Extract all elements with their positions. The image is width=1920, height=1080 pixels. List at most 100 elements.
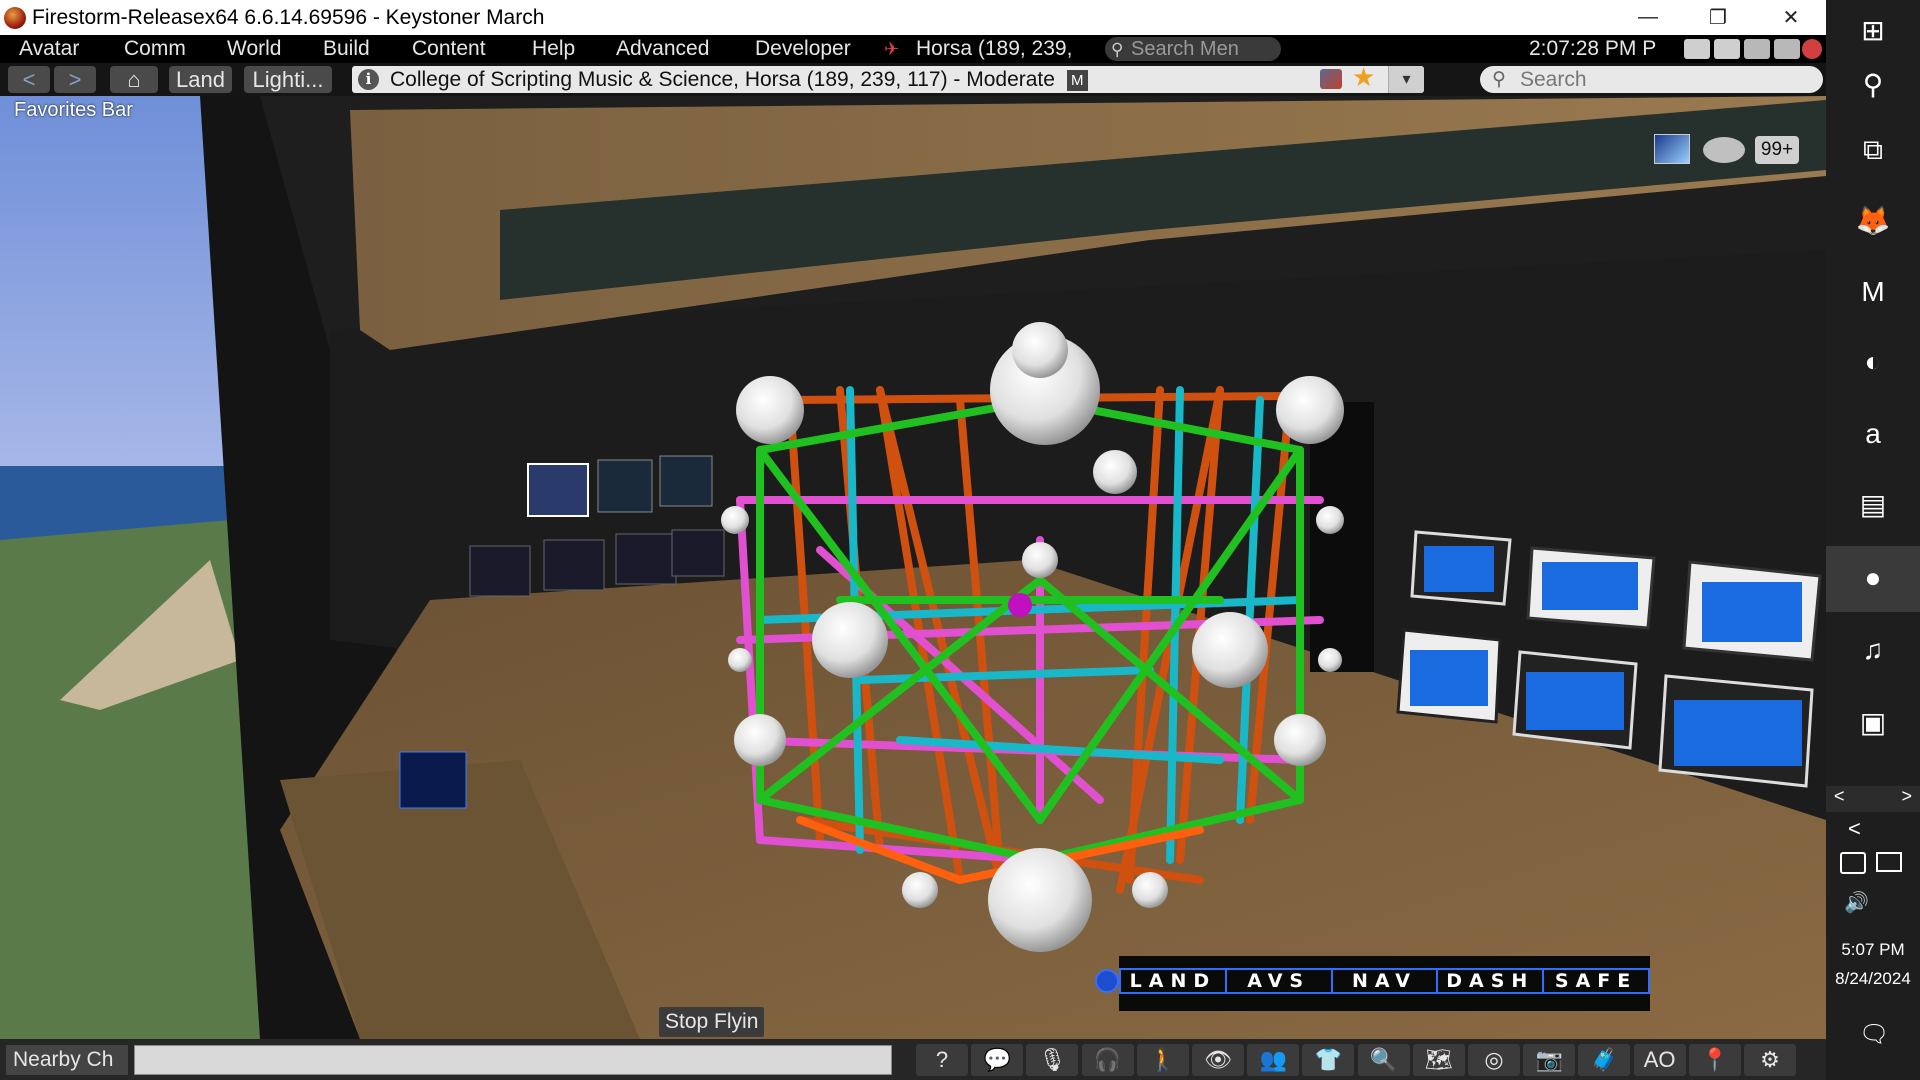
search-icon[interactable]: ⚲: [1853, 64, 1893, 104]
chat-icon[interactable]: 💬: [971, 1044, 1024, 1076]
close-button[interactable]: ✕: [1756, 0, 1826, 35]
firestorm-icon[interactable]: ●: [1853, 558, 1893, 598]
pathfinding-icon: ✈: [884, 39, 900, 59]
firestorm-viewer-window: Firestorm-Releasex64 6.6.14.69596 - Keys…: [0, 0, 1826, 1080]
network-icon[interactable]: [1840, 852, 1866, 874]
help-icon[interactable]: ?: [916, 1044, 968, 1076]
land-button[interactable]: Land: [169, 66, 232, 93]
firefox-icon[interactable]: 🦊: [1853, 200, 1893, 240]
back-button[interactable]: <: [8, 66, 50, 93]
task-view-icon[interactable]: ⧉: [1853, 130, 1893, 170]
location-text: College of Scripting Music & Science, Ho…: [390, 68, 1055, 91]
3d-world-viewport[interactable]: [0, 96, 1826, 1039]
display-icon[interactable]: [1876, 852, 1902, 872]
hud-dash-button[interactable]: DASH: [1438, 970, 1545, 992]
menu-avatar[interactable]: Avatar: [19, 35, 79, 63]
restore-button[interactable]: ❐: [1683, 0, 1753, 35]
search-input[interactable]: ⚲ Search: [1480, 66, 1823, 93]
menu-developer[interactable]: Developer: [755, 35, 851, 63]
location-address-bar[interactable]: i College of Scripting Music & Science, …: [352, 66, 1424, 93]
notification-count-badge[interactable]: 99+: [1755, 136, 1799, 164]
red-a-app-icon[interactable]: a: [1853, 414, 1893, 454]
window-title: Firestorm-Releasex64 6.6.14.69596 - Keys…: [32, 5, 545, 29]
nearby-chat-button[interactable]: Nearby Ch: [6, 1045, 128, 1075]
scene-render: [0, 96, 1826, 1039]
appearance-icon[interactable]: 👕: [1302, 1044, 1355, 1076]
scripting-book-poster: [399, 751, 467, 809]
headset-icon[interactable]: 🎧: [1081, 1044, 1134, 1076]
search-icon: ⚲: [1492, 69, 1506, 90]
audio-app-icon[interactable]: ♫: [1853, 630, 1893, 670]
search-placeholder: Search: [1520, 68, 1587, 91]
camera-icon[interactable]: [1684, 39, 1710, 59]
favorite-star-icon[interactable]: ★: [1352, 66, 1375, 91]
lighting-button[interactable]: Lighti...: [244, 66, 332, 93]
walk-icon[interactable]: 🚶: [1136, 1044, 1189, 1076]
center-orb: [1008, 593, 1032, 617]
system-date[interactable]: 8/24/2024: [1826, 969, 1920, 989]
hud-safe-button[interactable]: SAFE: [1544, 970, 1648, 992]
music-icon[interactable]: [1744, 39, 1770, 59]
ao-icon[interactable]: AO: [1633, 1044, 1686, 1076]
inventory-icon[interactable]: 🧳: [1578, 1044, 1631, 1076]
bottom-toolbar: Nearby Ch ? 💬 🎙 🎧 🚶 👁 👥 👕 🔍 🗺 ◎ 📷 🧳 AO 📍 ⚙: [0, 1039, 1826, 1080]
notification-center-icon[interactable]: 🗨: [1859, 1020, 1889, 1049]
search-icon: ⚲: [1111, 40, 1124, 59]
stop-flying-button[interactable]: Stop Flyin: [659, 1007, 765, 1037]
landmark-icon[interactable]: [1320, 69, 1342, 89]
voice-icon[interactable]: 🎙: [1026, 1044, 1079, 1076]
hud-segment-bar: LAND AVS NAV DASH SAFE: [1119, 968, 1650, 994]
view-icon[interactable]: 👁: [1192, 1044, 1244, 1076]
m-app-icon[interactable]: M: [1853, 272, 1893, 312]
radar-icon[interactable]: ◎: [1468, 1044, 1520, 1076]
search-menus-input[interactable]: ⚲ Search Men: [1105, 37, 1281, 61]
windows-start-icon[interactable]: ⊞: [1853, 10, 1893, 50]
green-app-icon[interactable]: ◐: [1853, 342, 1893, 382]
monitor-icon[interactable]: [1714, 39, 1740, 59]
hud-land-button[interactable]: LAND: [1121, 970, 1227, 992]
media-icon[interactable]: [1774, 39, 1800, 59]
menu-advanced[interactable]: Advanced: [616, 35, 709, 63]
search-icon[interactable]: 🔍: [1357, 1044, 1410, 1076]
hud-navigation-panel: LAND AVS NAV DASH SAFE: [1095, 956, 1650, 1011]
notes-app-icon[interactable]: ▤: [1853, 484, 1893, 524]
chat-input[interactable]: [134, 1045, 892, 1075]
chevron-left-icon[interactable]: <: [1848, 816, 1861, 842]
mute-icon[interactable]: [1802, 39, 1822, 59]
minimap-icon[interactable]: 📍: [1688, 1044, 1741, 1076]
firestorm-logo-icon: [4, 6, 26, 29]
system-time[interactable]: 5:07 PM: [1826, 940, 1920, 960]
monitor-app-icon[interactable]: ▣: [1853, 702, 1893, 742]
menu-comm[interactable]: Comm: [124, 35, 186, 63]
hud-dot-icon[interactable]: [1095, 969, 1119, 993]
home-button[interactable]: ⌂: [110, 66, 158, 93]
info-icon[interactable]: i: [358, 69, 379, 90]
volume-icon[interactable]: 🔊: [1844, 890, 1869, 915]
hud-thumbnail[interactable]: [1654, 134, 1690, 164]
scroll-right-button[interactable]: >: [1901, 786, 1912, 807]
speech-bubble-icon[interactable]: [1703, 137, 1745, 163]
hud-avs-button[interactable]: AVS: [1227, 970, 1333, 992]
menu-help[interactable]: Help: [532, 35, 575, 63]
map-icon[interactable]: 🗺: [1412, 1044, 1465, 1076]
clock: 2:07:28 PM P: [1529, 37, 1657, 60]
forward-button[interactable]: >: [54, 66, 96, 93]
maturity-rating-badge: M: [1066, 70, 1088, 91]
menu-build[interactable]: Build: [323, 35, 370, 63]
scroll-left-button[interactable]: <: [1834, 786, 1845, 807]
location-dropdown-button[interactable]: ▾: [1388, 66, 1424, 93]
menu-content[interactable]: Content: [412, 35, 486, 63]
title-bar: Firestorm-Releasex64 6.6.14.69596 - Keys…: [0, 0, 1826, 35]
menu-bar: Avatar Comm World Build Content Help Adv…: [0, 35, 1826, 63]
settings-icon[interactable]: ⚙: [1744, 1044, 1796, 1076]
people-icon[interactable]: 👥: [1247, 1044, 1300, 1076]
location-coordinates[interactable]: Horsa (189, 239,: [916, 35, 1072, 63]
windows-taskbar: ⊞ ⚲ ⧉ 🦊 M ◐ a ▤ ● ♫ ▣ < > < 🔊 5:07 PM 8/24/2024 🗨: [1826, 0, 1920, 1080]
minimize-button[interactable]: —: [1613, 0, 1683, 35]
favorites-bar-label: Favorites Bar: [14, 99, 133, 121]
search-menus-placeholder: Search Men: [1131, 38, 1239, 60]
taskbar-scroll: < >: [1826, 786, 1920, 812]
menu-world[interactable]: World: [227, 35, 281, 63]
hud-nav-button[interactable]: NAV: [1333, 970, 1439, 992]
snapshot-icon[interactable]: 📷: [1523, 1044, 1576, 1076]
